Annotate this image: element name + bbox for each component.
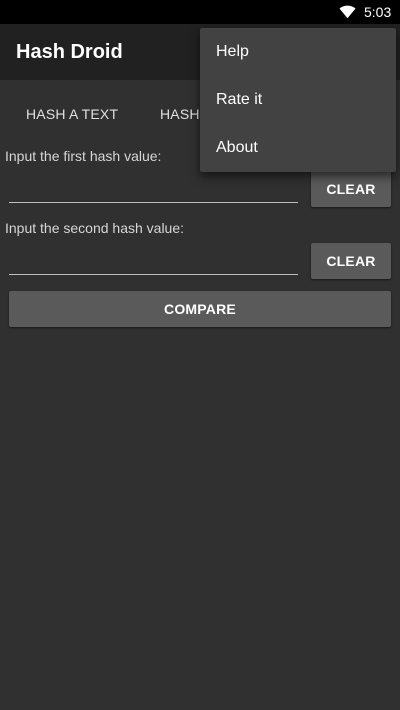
tab-hash-a-text[interactable]: HASH A TEXT — [26, 106, 118, 122]
second-hash-input[interactable] — [9, 246, 298, 275]
first-hash-label: Input the first hash value: — [5, 148, 162, 164]
tab-hash-file[interactable]: HASH — [160, 106, 200, 122]
app-title: Hash Droid — [16, 41, 123, 63]
first-hash-input[interactable] — [9, 174, 298, 203]
status-bar: 5:03 — [0, 0, 400, 24]
status-time: 5:03 — [364, 4, 392, 20]
clear-first-button[interactable]: CLEAR — [311, 171, 391, 207]
overflow-menu: Help Rate it About — [200, 28, 396, 172]
menu-item-label: Help — [216, 43, 249, 60]
menu-item-label: About — [216, 139, 258, 156]
menu-item-label: Rate it — [216, 91, 263, 108]
compare-button[interactable]: COMPARE — [9, 291, 391, 327]
menu-item-about[interactable]: About — [200, 124, 396, 172]
menu-item-rate-it[interactable]: Rate it — [200, 76, 396, 124]
clear-second-button[interactable]: CLEAR — [311, 243, 391, 279]
second-hash-label: Input the second hash value: — [5, 220, 185, 236]
menu-item-help[interactable]: Help — [200, 28, 396, 76]
wifi-icon — [339, 5, 356, 19]
